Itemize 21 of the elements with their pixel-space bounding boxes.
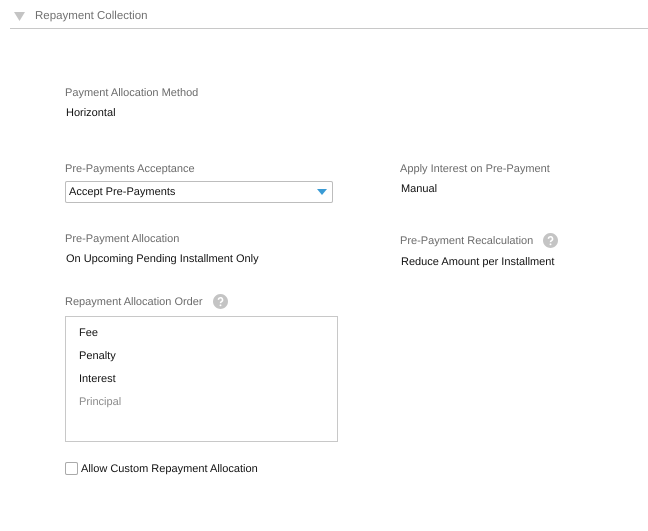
help-icon[interactable]	[543, 233, 558, 248]
field-label: Apply Interest on Pre-Payment	[400, 163, 550, 175]
collapse-triangle-icon[interactable]	[14, 12, 25, 20]
field-label: Repayment Allocation Order	[65, 296, 203, 308]
checkbox-label: Allow Custom Repayment Allocation	[81, 462, 258, 474]
list-item[interactable]: Interest	[79, 373, 116, 385]
help-icon[interactable]	[212, 294, 228, 309]
field-label: Pre-Payments Acceptance	[65, 163, 196, 175]
field-label: Payment Allocation Method	[65, 87, 198, 99]
field-value: On Upcoming Pending Installment Only	[65, 253, 260, 265]
field-value: Manual	[400, 183, 438, 195]
list-item[interactable]: Penalty	[79, 350, 116, 362]
dropdown-caret-icon	[317, 189, 327, 195]
section-title: Repayment Collection	[35, 10, 148, 22]
dropdown-select[interactable]: Accept Pre-Payments	[65, 181, 333, 203]
field-label: Pre-Payment Allocation	[65, 233, 180, 245]
field-value: Horizontal	[65, 107, 117, 119]
field-value: Reduce Amount per Installment	[400, 256, 556, 268]
field-label: Pre-Payment Recalculation	[400, 234, 534, 246]
checkbox[interactable]	[65, 462, 78, 475]
list-item[interactable]: Fee	[79, 327, 98, 339]
